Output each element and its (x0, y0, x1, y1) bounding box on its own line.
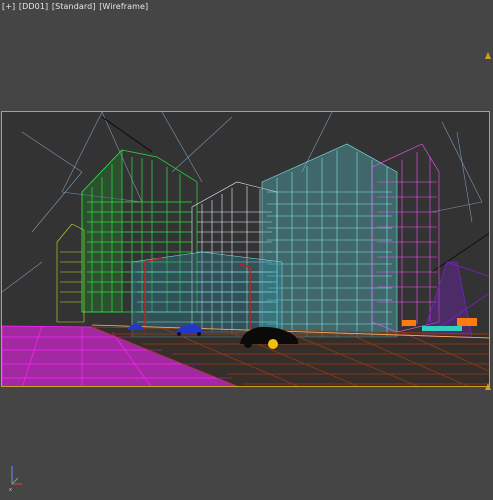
viewport-display-mode[interactable]: [Wireframe] (99, 2, 148, 11)
low-mesh-block (131, 251, 283, 338)
safe-frame-top-marker-icon (485, 52, 491, 59)
camera-safe-frame[interactable] (1, 111, 490, 387)
wireframe-scene[interactable] (2, 112, 490, 387)
viewport-shading-standard[interactable]: [Standard] (52, 2, 96, 11)
axis-gizmo-icon: x (9, 466, 22, 492)
green-tower-left (56, 223, 85, 323)
viewport-menu-plus[interactable]: [+] (2, 2, 15, 11)
viewport-camera-label[interactable]: [DD01] (19, 2, 48, 11)
svg-text:x: x (9, 487, 12, 492)
safe-frame-bottom-marker-icon (485, 383, 491, 390)
camera-target-line (101, 116, 153, 153)
crane-icon (421, 261, 489, 338)
viewport-label[interactable]: [+] [DD01] [Standard] [Wireframe] (2, 2, 149, 11)
camera-line-right (431, 232, 489, 273)
